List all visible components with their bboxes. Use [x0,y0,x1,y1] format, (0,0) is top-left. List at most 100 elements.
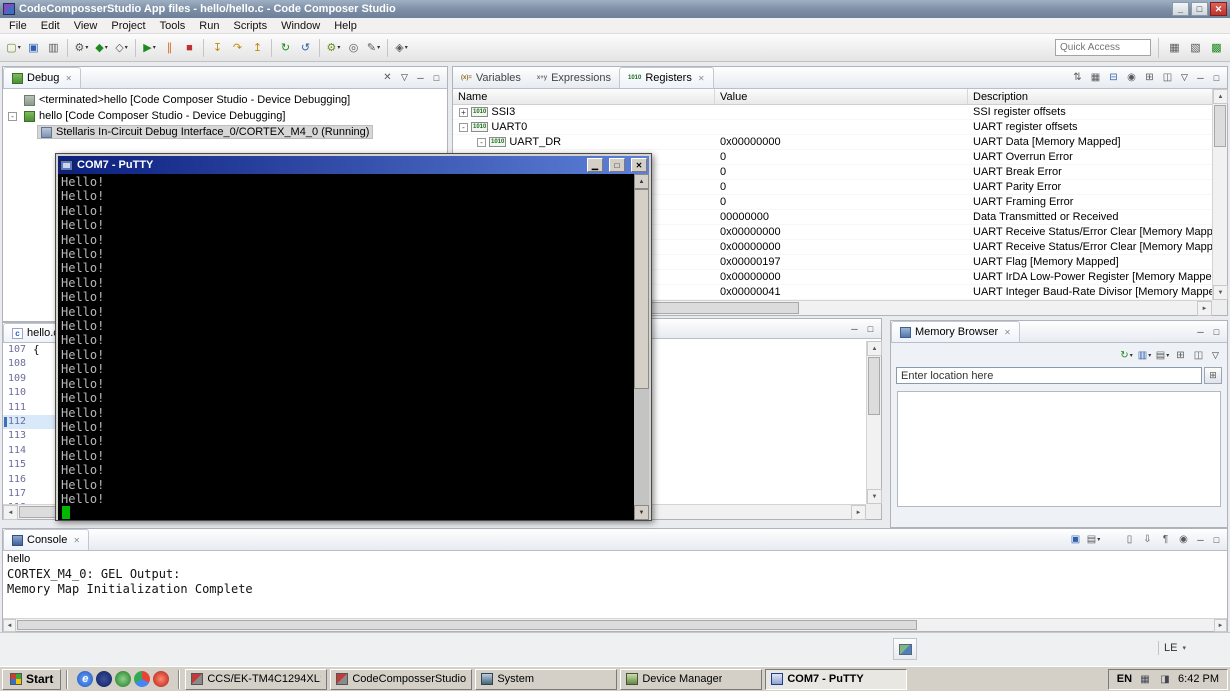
view-tab[interactable]: 1010 Registers ✕ [619,67,714,88]
register-row[interactable]: - 1010 UART0 UART register offsets [453,120,1212,135]
menu-item[interactable]: Scripts [226,19,274,33]
view-tab[interactable]: x+y Expressions ✕ [529,67,619,88]
toolbar-icon[interactable]: ▾ [67,38,68,57]
show-columns-icon[interactable]: ▦ [1087,69,1104,86]
maximize-view-icon[interactable]: □ [863,320,878,337]
scroll-lock-icon[interactable]: ⇩ ▾ [1139,531,1156,548]
chart-icon[interactable]: ▥ ▾ [1136,347,1153,364]
print-icon[interactable]: ▥ ▾ [44,38,63,58]
terminate-icon[interactable]: ■ ▾ [180,38,199,58]
refresh-icon[interactable]: ↺ ▾ [296,38,315,58]
minimize-view-icon[interactable]: ─ [1193,531,1208,548]
pin-console-icon[interactable]: ◉ ▾ [1175,531,1192,548]
vertical-scrollbar[interactable]: ▲ ▼ [866,341,882,504]
internet-explorer-icon[interactable]: e [77,671,94,687]
tab-close-icon[interactable]: ✕ [73,536,80,545]
go-button[interactable]: ⊞ [1204,367,1222,384]
putty-maximize-button[interactable]: □ [609,158,625,172]
menu-item[interactable]: Tools [153,19,193,33]
scroll-down-icon[interactable]: ▼ [634,505,649,520]
scroll-down-icon[interactable]: ▼ [867,489,882,504]
scroll-up-icon[interactable]: ▲ [867,341,882,356]
scroll-up-icon[interactable]: ▲ [634,174,649,189]
minimize-view-icon[interactable]: ─ [847,320,862,337]
resume-icon[interactable]: ▶ ▾ [140,38,159,58]
toolbar-icon[interactable]: ▾ [203,38,204,57]
maximize-view-icon[interactable]: □ [429,69,444,86]
export-icon[interactable]: ◫ [1159,69,1176,86]
view-menu-icon[interactable]: ▽ [1208,347,1223,364]
scroll-track[interactable] [634,189,649,505]
tools-icon[interactable]: ⚙ ▾ [324,38,343,58]
menu-item[interactable]: Project [104,19,152,33]
taskbar-button[interactable]: CCS/EK-TM4C1294XL: T... [185,668,328,690]
navy-app-icon[interactable] [96,671,113,687]
scroll-thumb[interactable] [868,357,880,415]
split-icon[interactable]: ◫ ▾ [1190,347,1207,364]
menu-item[interactable]: File [2,19,34,33]
collapse-all-icon[interactable]: ⊟ [1105,69,1122,86]
profile-icon[interactable]: ◈ ▾ [392,38,411,58]
registers-vertical-scrollbar[interactable]: ▲ ▼ [1212,89,1228,300]
console-horizontal-scrollbar[interactable]: ◄ ► [3,618,1227,632]
scroll-track[interactable] [16,619,1214,631]
scroll-right-icon[interactable]: ► [1214,619,1227,632]
scroll-down-icon[interactable]: ▼ [1213,285,1228,300]
scroll-thumb[interactable] [1214,105,1226,147]
debug-tree-item[interactable]: - hello [Code Composer Studio - Device D… [3,108,447,124]
minimize-view-icon[interactable]: ─ [1193,69,1208,86]
debug-perspective-icon[interactable]: ▩ [1207,38,1226,58]
tab-close-icon[interactable]: ✕ [698,74,705,83]
green-app-icon[interactable] [115,671,132,687]
remove-terminated-icon[interactable]: ✕ [379,69,396,86]
tab-console[interactable]: Console ✕ [3,529,90,550]
red-app-icon[interactable] [153,671,170,687]
search-icon[interactable]: ◎ ▾ [344,38,363,58]
open-console-icon[interactable]: ▤ ▾ [1085,531,1102,548]
step-return-icon[interactable]: ↥ ▾ [248,38,267,58]
putty-titlebar[interactable]: COM7 - PuTTY ▁ □ ✕ [58,156,649,174]
toolbar-icon[interactable]: ▾ [319,38,320,57]
open-perspective-icon[interactable]: ▦ [1165,38,1184,58]
maximize-view-icon[interactable]: □ [1209,323,1224,340]
new-icon[interactable]: ▢ ▾ [4,38,23,58]
row-expander-icon[interactable]: - [477,137,486,147]
minimize-view-icon[interactable]: ─ [1193,323,1208,340]
view-toolbar-icon[interactable]: ▾ [1103,531,1120,548]
start-button[interactable]: Start [2,668,62,690]
save-icon[interactable]: ▣ ▾ [24,38,43,58]
memory-content-area[interactable] [897,391,1221,507]
column-header-value[interactable]: Value [715,89,968,104]
status-button[interactable] [893,638,917,660]
edit-perspective-icon[interactable]: ▧ [1186,38,1205,58]
step-over-icon[interactable]: ↷ ▾ [228,38,247,58]
scroll-track[interactable] [867,356,881,489]
tab-close-icon[interactable]: ✕ [65,74,72,83]
taskbar-button[interactable]: CodeComposserStudio A... [330,668,473,690]
new-tab-icon[interactable]: ⊞ ▾ [1172,347,1189,364]
putty-close-button[interactable]: ✕ [631,158,647,172]
taskbar-button[interactable]: System [475,668,618,690]
scroll-right-icon[interactable]: ► [851,505,866,520]
tab-debug[interactable]: Debug ✕ [3,67,82,88]
menu-item[interactable]: Window [274,19,327,33]
scroll-thumb[interactable] [17,620,917,630]
display-console-icon[interactable]: ▣ ▾ [1067,531,1084,548]
putty-terminal[interactable]: Hello! Hello! Hello! Hello! Hello! Hello! Hell… [58,174,649,520]
minimize-view-icon[interactable]: ─ [413,69,428,86]
restart-icon[interactable]: ↻ ▾ [276,38,295,58]
export-icon[interactable]: ▤ ▾ [1154,347,1171,364]
quick-access-input[interactable] [1055,39,1151,56]
edit-icon[interactable]: ✎ ▾ [364,38,383,58]
column-header-name[interactable]: Name [453,89,715,104]
chrome-icon[interactable] [134,671,151,687]
chevron-down-icon[interactable]: ▾ [1182,644,1186,652]
maximize-view-icon[interactable]: □ [1209,69,1224,86]
tab-memory-browser[interactable]: Memory Browser ✕ [891,321,1020,342]
language-indicator[interactable]: EN [1117,673,1132,685]
import-icon[interactable]: ⊞ [1141,69,1158,86]
putty-minimize-button[interactable]: ▁ [587,158,603,172]
scroll-thumb[interactable] [634,189,649,389]
maximize-view-icon[interactable]: □ [1209,531,1224,548]
scroll-track[interactable] [1213,104,1227,285]
